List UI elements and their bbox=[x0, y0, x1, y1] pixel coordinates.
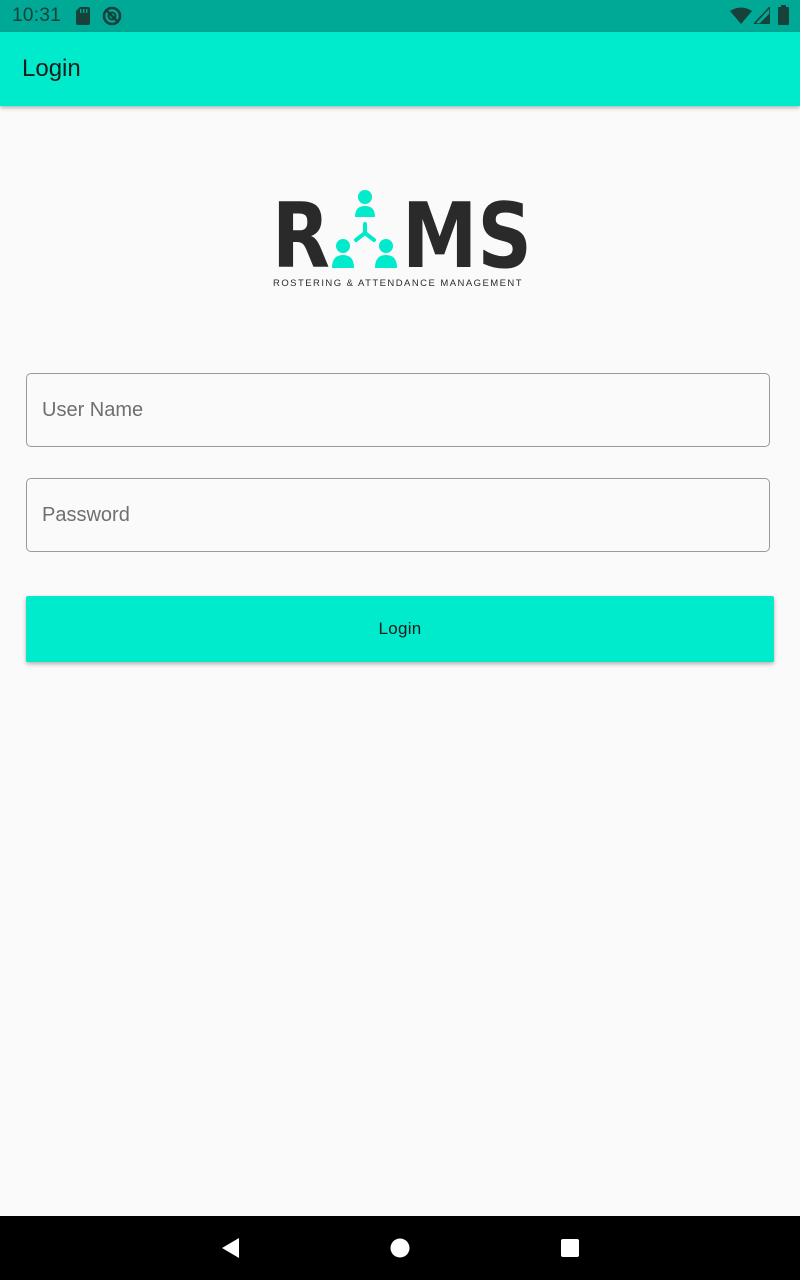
login-button[interactable]: Login bbox=[26, 596, 774, 662]
cellular-signal-icon bbox=[754, 7, 770, 24]
logo-tagline: ROSTERING & ATTENDANCE MANAGEMENT bbox=[273, 278, 523, 289]
sd-card-icon bbox=[76, 7, 90, 25]
home-icon bbox=[390, 1238, 410, 1258]
back-button[interactable] bbox=[216, 1234, 244, 1262]
home-button[interactable] bbox=[386, 1234, 414, 1262]
recents-button[interactable] bbox=[556, 1234, 584, 1262]
people-network-icon bbox=[332, 190, 397, 268]
status-bar: 10:31 bbox=[0, 0, 800, 32]
username-field[interactable] bbox=[26, 373, 770, 447]
sync-disabled-icon bbox=[102, 6, 122, 26]
password-field[interactable] bbox=[26, 478, 770, 552]
navigation-bar bbox=[0, 1216, 800, 1280]
wifi-icon bbox=[730, 7, 752, 24]
logo-letters-ms: MS bbox=[402, 186, 532, 289]
app-bar: Login bbox=[0, 32, 800, 106]
back-icon bbox=[222, 1238, 239, 1258]
page-title: Login bbox=[22, 55, 81, 82]
password-input[interactable] bbox=[27, 479, 769, 551]
recents-icon bbox=[561, 1239, 579, 1257]
status-time: 10:31 bbox=[12, 5, 62, 26]
rams-logo: R MS ROSTERING & ATTENDANCE MANAGEMENT bbox=[272, 186, 532, 289]
logo-letter-r: R bbox=[272, 186, 330, 289]
battery-icon bbox=[778, 5, 789, 25]
username-input[interactable] bbox=[27, 374, 769, 446]
